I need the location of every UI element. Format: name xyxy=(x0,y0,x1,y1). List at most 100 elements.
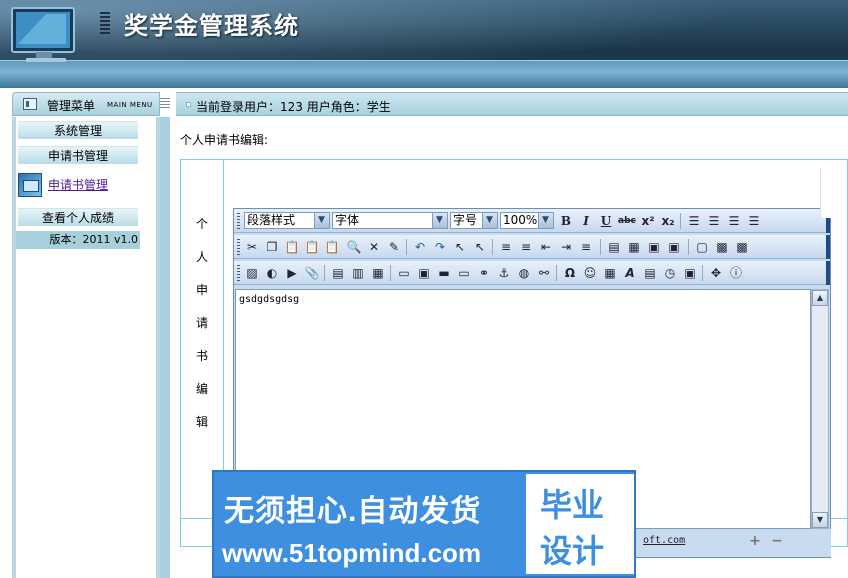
align-center-icon[interactable]: ☰ xyxy=(706,213,722,229)
main-separator xyxy=(160,117,170,578)
text-color-icon[interactable]: ▤ xyxy=(606,239,622,255)
menu-title: 管理菜单 xyxy=(47,99,96,113)
undo-icon[interactable]: ↶ xyxy=(412,239,428,255)
attachment-icon[interactable]: 📎 xyxy=(304,265,320,281)
map-icon[interactable]: ◍ xyxy=(516,265,532,281)
underline-icon[interactable]: U xyxy=(598,213,614,229)
toolbar-grip-icon[interactable] xyxy=(237,213,240,229)
excel-icon[interactable]: ▦ xyxy=(602,265,618,281)
sidebar: 系统管理 申请书管理 申请书管理 查看个人成绩 版本：2011 v1.0 xyxy=(12,117,160,578)
font-family-value: 字体 xyxy=(335,213,360,227)
toolbar-separator xyxy=(680,213,681,229)
select-icon[interactable]: ↖ xyxy=(452,239,468,255)
sidebar-item-view-grades[interactable]: 查看个人成绩 xyxy=(18,208,138,226)
send-back-icon[interactable]: ▩ xyxy=(734,239,750,255)
watermark-url: www.51topmind.com xyxy=(222,538,482,568)
copy-icon[interactable]: ❐ xyxy=(264,239,280,255)
scroll-up-icon[interactable]: ▲ xyxy=(812,290,828,306)
toolbar-row-3: ▨ ◐ ▶ 📎 ▤ ▥ ▦ ▭ ▣ ▬ ▭ ⚭ ⚓ ◍ ⚯ Ω ☺ ▦ A ▤ … xyxy=(234,261,830,285)
table-insert-icon[interactable]: ▤ xyxy=(330,265,346,281)
toolbar-grip-icon[interactable] xyxy=(237,239,240,255)
unordered-list-icon[interactable]: ≡ xyxy=(518,239,534,255)
menu-toggle-icon[interactable] xyxy=(160,98,170,110)
remove-format-icon[interactable]: ✎ xyxy=(386,239,402,255)
template-icon[interactable]: ▣ xyxy=(682,265,698,281)
italic-icon[interactable]: I xyxy=(578,213,594,229)
sidebar-item-application-mgmt[interactable]: 申请书管理 xyxy=(18,146,138,164)
paste-icon[interactable]: 📋 xyxy=(284,239,300,255)
align-justify-icon[interactable]: ☰ xyxy=(746,213,762,229)
field-label-char: 个 xyxy=(195,217,208,231)
about-icon[interactable]: ⓘ xyxy=(728,265,744,281)
application-mgmt-icon[interactable] xyxy=(18,173,42,197)
editor-scrollbar[interactable]: ▲ ▼ xyxy=(811,289,829,529)
pointer-icon[interactable]: ↖ xyxy=(472,239,488,255)
paste-text-icon[interactable]: 📋 xyxy=(304,239,320,255)
emoticon-icon[interactable]: ☺ xyxy=(582,265,598,281)
indent-icon[interactable]: ⇥ xyxy=(558,239,574,255)
delete-icon[interactable]: ✕ xyxy=(366,239,382,255)
find-icon[interactable]: 🔍 xyxy=(346,239,362,255)
bring-front-icon[interactable]: ▩ xyxy=(714,239,730,255)
header-bottom-bar xyxy=(0,60,848,88)
watermark-badge: 毕业 设计 xyxy=(526,474,634,574)
toolbar-row-1: 段落样式 字体 字号 100% B I U abc x² x₂ ☰ xyxy=(234,209,830,233)
special-char-icon[interactable]: Ω xyxy=(562,265,578,281)
align-right-icon[interactable]: ☰ xyxy=(726,213,742,229)
superscript-icon[interactable]: x² xyxy=(640,213,656,229)
link-icon[interactable]: ⚭ xyxy=(476,265,492,281)
page-scrollbar[interactable] xyxy=(820,168,838,218)
menu-icon xyxy=(23,98,37,110)
table-props-icon[interactable]: ▥ xyxy=(350,265,366,281)
sidebar-link-application-mgmt[interactable]: 申请书管理 xyxy=(48,176,108,193)
menu-header: 管理菜单 MAIN MENU xyxy=(12,92,160,116)
forward-icon[interactable]: ▣ xyxy=(666,239,682,255)
paste-word-icon[interactable]: 📋 xyxy=(324,239,340,255)
frame-icon[interactable]: ▢ xyxy=(694,239,710,255)
watermark-banner: 无须担心.自动发货 www.51topmind.com 毕业 设计 xyxy=(212,470,636,578)
field-label-char: 申 xyxy=(195,283,208,297)
minus-icon[interactable]: − xyxy=(769,534,785,550)
table-grid-icon[interactable]: ▦ xyxy=(370,265,386,281)
toolbar-separator xyxy=(702,265,703,281)
paragraph-icon[interactable]: ≡ xyxy=(578,239,594,255)
chevron-down-icon xyxy=(538,213,553,228)
time-icon[interactable]: ◷ xyxy=(662,265,678,281)
sidebar-item-system-mgmt[interactable]: 系统管理 xyxy=(18,121,138,139)
ordered-list-icon[interactable]: ≡ xyxy=(498,239,514,255)
zoom-select[interactable]: 100% xyxy=(500,212,554,229)
align-left-icon[interactable]: ☰ xyxy=(686,213,702,229)
font-size-select[interactable]: 字号 xyxy=(450,212,498,229)
paragraph-style-select[interactable]: 段落样式 xyxy=(244,212,330,229)
plus-icon[interactable]: + xyxy=(747,534,763,550)
iframe-icon[interactable]: ▣ xyxy=(416,265,432,281)
strikethrough-icon[interactable]: abc xyxy=(618,213,636,229)
toolbar-grip-icon[interactable] xyxy=(237,265,240,281)
marquee-icon[interactable]: ▭ xyxy=(456,265,472,281)
subscript-icon[interactable]: x₂ xyxy=(660,213,676,229)
editor-content[interactable]: gsdgdsgdsg xyxy=(239,294,299,305)
toolbar-separator xyxy=(556,265,557,281)
header-divider xyxy=(100,12,110,36)
media-icon[interactable]: ▶ xyxy=(284,265,300,281)
flash-icon[interactable]: ◐ xyxy=(264,265,280,281)
font-family-select[interactable]: 字体 xyxy=(332,212,448,229)
redo-icon[interactable]: ↷ xyxy=(432,239,448,255)
outdent-icon[interactable]: ⇤ xyxy=(538,239,554,255)
absolute-position-icon[interactable]: ▣ xyxy=(646,239,662,255)
calendar-icon[interactable]: ▤ xyxy=(642,265,658,281)
toolbar-separator xyxy=(406,239,407,255)
anchor-icon[interactable]: ⚓ xyxy=(496,265,512,281)
cut-icon[interactable]: ✂ xyxy=(244,239,260,255)
fieldset-icon[interactable]: ▭ xyxy=(396,265,412,281)
toolbar-end-cap xyxy=(826,261,830,285)
image-icon[interactable]: ▨ xyxy=(244,265,260,281)
bold-icon[interactable]: B xyxy=(558,213,574,229)
scroll-down-icon[interactable]: ▼ xyxy=(812,512,828,528)
fullscreen-icon[interactable]: ✥ xyxy=(708,265,724,281)
hr-icon[interactable]: ▬ xyxy=(436,265,452,281)
unlink-icon[interactable]: ⚯ xyxy=(536,265,552,281)
art-text-icon[interactable]: A xyxy=(622,265,638,281)
bg-color-icon[interactable]: ▦ xyxy=(626,239,642,255)
editor-credit-link[interactable]: oft.com xyxy=(643,535,685,546)
